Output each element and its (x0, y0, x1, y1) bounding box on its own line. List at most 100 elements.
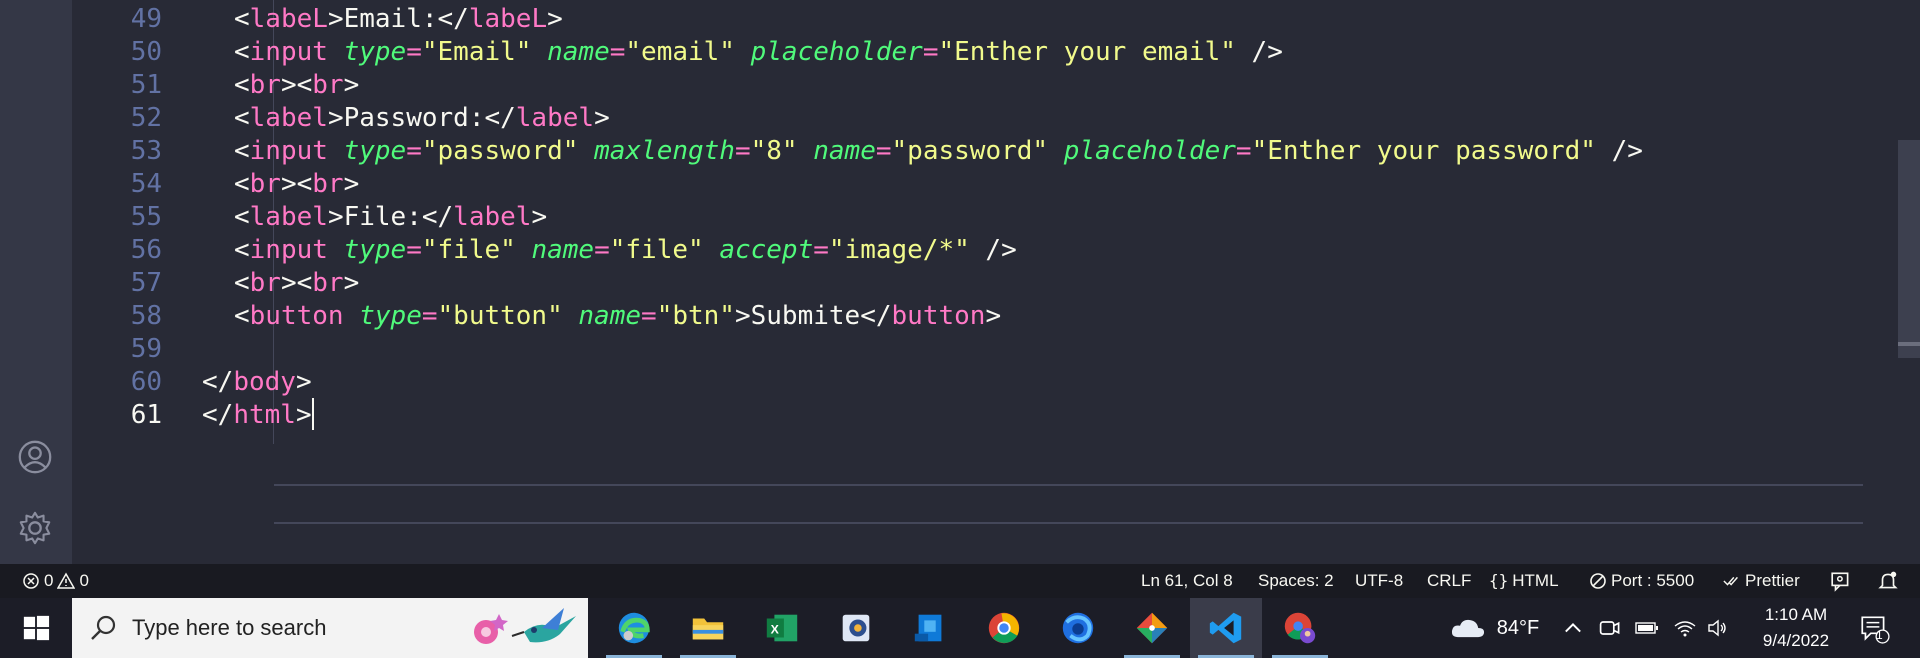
code-token: > (343, 268, 360, 298)
line-number: 61 (130, 400, 162, 430)
code-token: name (531, 235, 595, 265)
warning-count: 0 (79, 571, 89, 590)
weather-cloud-icon[interactable] (1448, 598, 1488, 658)
edge-icon[interactable] (598, 598, 670, 658)
code-token: < (234, 103, 250, 133)
notifications-bell-icon[interactable] (1877, 564, 1899, 598)
port-label: Port : 5500 (1611, 571, 1695, 590)
chevron-up-icon[interactable] (1560, 598, 1586, 658)
code-token: > (531, 202, 548, 232)
indentation[interactable]: Spaces: 2 (1258, 564, 1334, 598)
temperature[interactable]: 84°F (1494, 598, 1542, 658)
code-token: = (734, 136, 751, 166)
scrollbar-thumb[interactable] (1898, 140, 1920, 358)
windows-taskbar: Type here to search X 84°F 1:10 AM 9/4/2… (0, 598, 1920, 658)
code-token: "btn" (656, 301, 735, 331)
hummingbird-flower-art (474, 608, 576, 644)
code-token: /> (1235, 37, 1283, 67)
code-token: < (234, 268, 250, 298)
volume-icon[interactable] (1704, 598, 1732, 658)
code-token: = (875, 136, 892, 166)
code-token: >Password:</ (327, 103, 516, 133)
code-token: placeholder (1063, 136, 1236, 166)
vscode-icon[interactable] (1190, 598, 1262, 658)
code-token: html (233, 400, 296, 430)
prettier-status[interactable]: Prettier (1723, 564, 1800, 598)
code-token: br (249, 70, 281, 100)
system-clock[interactable]: 1:10 AM 9/4/2022 (1736, 602, 1856, 654)
code-token: "image/*" (828, 235, 970, 265)
feedback-icon[interactable] (1830, 564, 1852, 598)
code-token: >Submite</ (734, 301, 892, 331)
code-token: labeL (249, 4, 328, 34)
code-token: "file" (421, 235, 516, 265)
excel-icon[interactable]: X (746, 598, 818, 658)
code-token: < (234, 4, 250, 34)
firefox-icon[interactable] (1042, 598, 1114, 658)
code-token: input (249, 37, 328, 67)
code-token: type (359, 301, 422, 331)
account-icon[interactable] (14, 436, 56, 478)
action-center-icon[interactable]: 1 (1852, 598, 1896, 658)
store-icon[interactable] (894, 598, 966, 658)
language-mode[interactable]: {} HTML (1489, 564, 1559, 598)
code-token: < (234, 70, 250, 100)
code-editor[interactable]: 49 <labeL>Email:</labeL> 50 <input type="Em… (72, 0, 1920, 564)
current-line-highlight (274, 484, 1863, 524)
prettier-label: Prettier (1745, 571, 1800, 590)
chrome-icon[interactable] (968, 598, 1040, 658)
code-token: "Enther your password" (1251, 136, 1596, 166)
wifi-icon[interactable] (1670, 598, 1700, 658)
scrollbar-cursor-marker (1898, 342, 1920, 346)
taskbar-search[interactable]: Type here to search (72, 598, 588, 658)
code-token: br (249, 169, 281, 199)
git-tool-icon[interactable] (1116, 598, 1188, 658)
live-server-port[interactable]: Port : 5500 (1589, 564, 1694, 598)
windows-start-icon[interactable] (14, 610, 58, 646)
code-token: > (295, 400, 312, 430)
code-token: name (547, 37, 610, 67)
problems-indicator[interactable]: 0 0 (22, 564, 89, 598)
code-token: label (249, 202, 328, 232)
cursor-position[interactable]: Ln 61, Col 8 (1141, 564, 1233, 598)
code-token: placeholder (750, 37, 923, 67)
code-token: "password" (421, 136, 579, 166)
code-token: type (343, 136, 407, 166)
code-token: br (249, 268, 281, 298)
code-token: /> (969, 235, 1017, 265)
code-token: type (343, 37, 407, 67)
code-token: = (922, 37, 939, 67)
language-label: HTML (1512, 571, 1559, 590)
code-token: > (343, 169, 360, 199)
code-token: </ (202, 367, 234, 397)
code-token: < (234, 169, 250, 199)
photo-viewer-icon[interactable] (820, 598, 892, 658)
code-token: > (985, 301, 1002, 331)
code-token: "file" (609, 235, 704, 265)
block-icon (1590, 573, 1606, 589)
code-line[interactable]: 61 </html> (72, 395, 1920, 435)
error-icon (23, 573, 39, 589)
file-explorer-icon[interactable] (672, 598, 744, 658)
code-token: </ (202, 400, 234, 430)
chrome-profile-icon[interactable] (1264, 598, 1336, 658)
code-token: br (312, 268, 344, 298)
code-token: = (406, 235, 422, 265)
meet-now-icon[interactable] (1596, 598, 1622, 658)
code-token: "Enther your email" (938, 37, 1236, 67)
encoding[interactable]: UTF-8 (1355, 564, 1403, 598)
battery-icon[interactable] (1632, 598, 1662, 658)
code-token: = (641, 301, 657, 331)
gear-icon[interactable] (14, 507, 56, 549)
code-token: >Email:</ (327, 4, 469, 34)
svg-text:X: X (771, 623, 780, 637)
code-token: "button" (437, 301, 563, 331)
code-token: "8" (750, 136, 798, 166)
end-of-line[interactable]: CRLF (1427, 564, 1471, 598)
